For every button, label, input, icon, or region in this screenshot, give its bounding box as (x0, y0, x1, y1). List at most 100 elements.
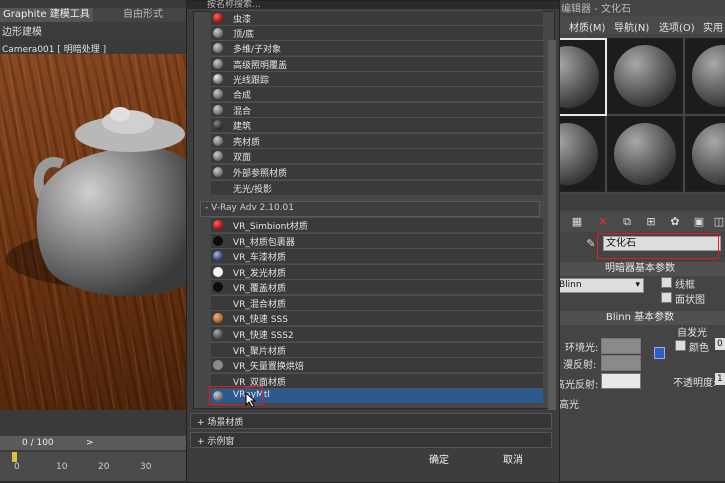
tab-graphite-modeling[interactable]: Graphite 建模工具 (0, 8, 93, 22)
list-item[interactable]: VR_聚片材质 (211, 342, 543, 357)
next-frame-arrow[interactable]: > (86, 436, 94, 450)
material-editor-menubar: 材质(M) 导航(N) 选项(O) 实用 (555, 16, 725, 34)
self-illum-label: 自发光 (677, 328, 707, 339)
material-slot[interactable] (685, 38, 725, 114)
gray-sphere-icon (213, 329, 223, 339)
dialog-titlebar: 按名称搜索... (187, 0, 559, 10)
material-slot[interactable] (555, 38, 607, 116)
menu-utilities[interactable]: 实用 (703, 19, 723, 34)
ambient-swatch[interactable] (601, 338, 641, 354)
lock-ambient-diffuse-icon[interactable] (654, 347, 665, 359)
list-item[interactable]: VR_Simbiont材质 (211, 217, 543, 232)
material-slot[interactable] (607, 38, 683, 114)
list-item[interactable]: 合成 (211, 86, 543, 101)
delete-icon[interactable]: ✕ (597, 216, 609, 228)
material-slot[interactable] (607, 116, 683, 192)
list-scrollbar[interactable] (548, 40, 556, 410)
self-illum-color-checkbox[interactable] (675, 340, 686, 351)
list-item[interactable]: VR_快速 SSS2 (211, 326, 543, 341)
material-editor-title: 编辑器 - 文化石 (561, 4, 631, 15)
list-item[interactable]: VR_混合材质 (211, 295, 543, 310)
list-item[interactable]: VR_覆盖材质 (211, 279, 543, 294)
mouse-cursor-icon (245, 392, 257, 408)
show-map-icon[interactable]: ▣ (693, 216, 705, 228)
faceted-checkbox[interactable] (661, 292, 672, 303)
shader-dropdown[interactable]: Blinn ▾ (555, 278, 644, 293)
material-toolbar: ▦ ✕ ⧉ ⊞ ✿ ▣ ◫ (555, 212, 725, 232)
list-item[interactable]: 光线跟踪 (211, 71, 543, 86)
list-item[interactable]: 无光/投影 (211, 180, 543, 195)
name-highlight-box (597, 233, 719, 259)
blinn-basic-params-rollout[interactable]: Blinn 基本参数 (555, 311, 725, 325)
list-item[interactable]: 虫漆 (211, 10, 543, 25)
color-label: 颜色 (689, 343, 709, 354)
specular-highlights-label: 高光 (559, 400, 579, 411)
vray-group-header[interactable]: - V-Ray Adv 2.10.01 (200, 201, 540, 217)
gray-sphere-icon (213, 151, 223, 161)
scene-materials-section[interactable]: + 场景材质 (190, 413, 552, 429)
camera-viewport[interactable] (0, 54, 188, 410)
list-item[interactable]: VR_矢量置换烘焙 (211, 357, 543, 372)
specular-label: 高光反射: (555, 380, 599, 391)
menu-navigation[interactable]: 导航(N) (614, 19, 649, 34)
raytrace-sphere-icon (213, 74, 223, 84)
gray-sphere-icon (213, 59, 223, 69)
sample-slots-section[interactable]: + 示例窗 (190, 432, 552, 448)
show-end-result-icon[interactable]: ◫ (713, 216, 725, 228)
shader-basic-params-rollout[interactable]: 明暗器基本参数 (555, 262, 725, 276)
gray-sphere-icon (213, 43, 223, 53)
assign-material-icon[interactable]: ▦ (571, 216, 583, 228)
ok-button[interactable]: 确定 (407, 450, 471, 472)
timeline-ruler[interactable]: 0 10 20 30 (0, 452, 190, 481)
unique-icon[interactable]: ⊞ (645, 216, 657, 228)
time-marker[interactable] (12, 452, 17, 462)
gray-sphere-icon (213, 360, 223, 370)
cancel-button[interactable]: 取消 (481, 450, 545, 472)
list-item[interactable]: VR_材质包裹器 (211, 233, 543, 248)
put-to-library-icon[interactable]: ✿ (669, 216, 681, 228)
shader-value: Blinn (559, 280, 582, 290)
blue-sphere-icon (213, 251, 223, 261)
material-slot[interactable] (555, 116, 605, 192)
list-item[interactable]: VR_快速 SSS (211, 310, 543, 325)
list-item[interactable]: 顶/底 (211, 25, 543, 40)
red-sphere-icon (213, 13, 223, 23)
opacity-value[interactable]: 1 (715, 373, 725, 385)
red-sphere-icon (213, 220, 223, 230)
menu-options[interactable]: 选项(O) (659, 19, 695, 34)
material-slot[interactable] (685, 116, 725, 192)
teapot-model (6, 107, 188, 296)
list-item[interactable]: 建筑 (211, 117, 543, 132)
list-item[interactable]: 双面 (211, 148, 543, 163)
list-item[interactable]: 多维/子对象 (211, 40, 543, 55)
black-sphere-icon (213, 236, 223, 246)
ruler-tick: 30 (140, 462, 152, 472)
self-illum-value[interactable]: 0 (715, 338, 725, 350)
ruler-tick: 10 (56, 462, 68, 472)
list-item[interactable]: 壳材质 (211, 133, 543, 148)
copy-material-icon[interactable]: ⧉ (621, 216, 633, 228)
list-item[interactable]: VR_发光材质 (211, 264, 543, 279)
gray-sphere-icon (213, 89, 223, 99)
black-sphere-icon (213, 282, 223, 292)
list-item[interactable]: 高级照明覆盖 (211, 56, 543, 71)
list-item[interactable]: 外部参照材质 (211, 164, 543, 179)
diffuse-label: 漫反射: (563, 360, 597, 371)
orange-sphere-icon (213, 313, 223, 323)
viewport-panel: Graphite 建模工具 自由形式 边形建模 Camera001 [ 明暗处理… (0, 0, 190, 481)
menu-material[interactable]: 材质(M) (569, 19, 605, 34)
chevron-down-icon: ▾ (635, 280, 640, 290)
faceted-label: 面状图 (675, 295, 705, 306)
diffuse-swatch[interactable] (601, 355, 641, 371)
gray-sphere-icon (213, 167, 223, 177)
search-by-name-label[interactable]: 按名称搜索... (207, 0, 261, 10)
gray-sphere-icon (213, 105, 223, 115)
eyedropper-icon[interactable]: ✎ (585, 238, 597, 250)
tab-freeform[interactable]: 自由形式 (120, 8, 166, 22)
polygon-modeling-label[interactable]: 边形建模 (2, 23, 42, 38)
wire-checkbox[interactable] (661, 277, 672, 288)
dark-sphere-icon (213, 120, 223, 130)
list-item[interactable]: VR_车漆材质 (211, 248, 543, 263)
list-item[interactable]: 混合 (211, 102, 543, 117)
specular-swatch[interactable] (601, 373, 641, 389)
